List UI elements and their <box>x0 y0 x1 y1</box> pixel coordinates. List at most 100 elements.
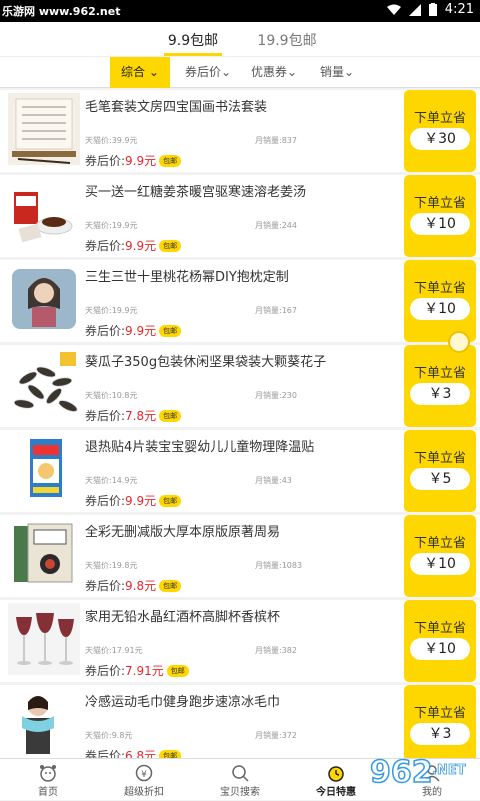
svg-text:962: 962 <box>370 755 433 790</box>
sort-sales[interactable]: 销量⌄ <box>312 57 362 88</box>
free-shipping-badge: 包邮 <box>159 155 182 167</box>
product-title: 三生三世十里桃花杨幂DIY抱枕定制 <box>85 270 289 285</box>
tmall-price: 天猫价:10.8元 <box>85 391 138 400</box>
after-coupon-label: 券后价: <box>85 664 126 678</box>
free-shipping-badge: 包邮 <box>159 750 182 758</box>
site-watermark-logo: 962 .NET <box>369 754 466 791</box>
pet-face-icon <box>40 765 56 782</box>
save-amount: ￥10 <box>410 638 470 660</box>
list-item[interactable]: 葵瓜子350g包装休闲坚果袋装大颗葵花子 天猫价:10.8元 月销量:230 券… <box>0 345 480 427</box>
price-value: 9.9元 <box>125 239 157 253</box>
product-thumbnail <box>8 263 80 335</box>
free-shipping-badge: 包邮 <box>159 240 182 252</box>
list-item[interactable]: 买一送一红糖姜茶暖宫驱寒速溶老姜汤 天猫价:19.9元 月销量:244 券后价:… <box>0 175 480 257</box>
wifi-icon <box>386 4 401 15</box>
after-coupon-price: 券后价:9.9元 包邮 <box>85 152 182 169</box>
signal-icon <box>408 3 421 16</box>
list-item[interactable]: 冷感运动毛巾健身跑步速凉冰毛巾 天猫价:9.8元 月销量:372 券后价:6.8… <box>0 685 480 758</box>
product-title: 买一送一红糖姜茶暖宫驱寒速溶老姜汤 <box>85 185 307 200</box>
after-coupon-price: 券后价:9.8元 包邮 <box>85 577 182 594</box>
product-title: 毛笔套装文房四宝国画书法套装 <box>85 100 268 115</box>
tmall-price: 天猫价:19.8元 <box>85 561 138 570</box>
list-item[interactable]: 全彩无删减版大厚本原版原著周易 天猫价:19.8元 月销量:1083 券后价:9… <box>0 515 480 597</box>
free-shipping-badge: 包邮 <box>159 325 182 337</box>
monthly-sales: 月销量:230 <box>255 391 297 400</box>
svg-text:.NET: .NET <box>432 763 466 778</box>
product-title: 冷感运动毛巾健身跑步速凉冰毛巾 <box>85 695 281 710</box>
after-coupon-price: 券后价:7.8元 包邮 <box>85 407 182 424</box>
order-save-button[interactable]: 下单立省 ￥3 <box>404 685 476 758</box>
product-title: 全彩无删减版大厚本原版原著周易 <box>85 525 281 540</box>
nav-search-label: 宝贝搜索 <box>220 787 260 798</box>
free-shipping-badge: 包邮 <box>159 580 182 592</box>
list-item[interactable]: 毛笔套装文房四宝国画书法套装 天猫价:39.9元 月销量:837 券后价:9.9… <box>0 90 480 172</box>
order-save-button[interactable]: 下单立省 ￥10 <box>404 260 476 342</box>
monthly-sales: 月销量:382 <box>255 646 297 655</box>
sort-coupon[interactable]: 优惠券⌄ <box>244 57 304 88</box>
battery-icon <box>428 3 437 16</box>
save-label: 下单立省 <box>413 111 466 126</box>
nav-home[interactable]: 首页 <box>0 759 96 801</box>
watermark-text: 乐游网 www.962.net <box>2 5 121 18</box>
floating-assist-button[interactable] <box>448 331 470 353</box>
product-thumbnail <box>8 688 80 758</box>
after-coupon-label: 券后价: <box>85 154 126 168</box>
order-save-button[interactable]: 下单立省 ￥10 <box>404 175 476 257</box>
save-amount: ￥30 <box>410 128 470 150</box>
after-coupon-price: 券后价:7.91元 包邮 <box>85 662 189 679</box>
monthly-sales: 月销量:43 <box>255 476 292 485</box>
sort-after-coupon-price[interactable]: 券后价⌄ <box>178 57 238 88</box>
search-icon <box>232 765 249 782</box>
sort-sales-label: 销量 <box>319 65 344 79</box>
order-save-button[interactable]: 下单立省 ￥30 <box>404 90 476 172</box>
after-coupon-price: 券后价:9.9元 包邮 <box>85 492 182 509</box>
order-save-button[interactable]: 下单立省 ￥3 <box>404 345 476 427</box>
svg-text:¥: ¥ <box>141 770 147 780</box>
save-amount: ￥5 <box>410 468 470 490</box>
monthly-sales: 月销量:1083 <box>255 561 303 570</box>
nav-super-discount[interactable]: ¥ 超级折扣 <box>96 759 192 801</box>
tab-19-9[interactable]: 19.9包邮 <box>252 22 322 56</box>
tmall-price: 天猫价:9.8元 <box>85 731 133 740</box>
product-list: 毛笔套装文房四宝国画书法套装 天猫价:39.9元 月销量:837 券后价:9.9… <box>0 90 480 758</box>
sort-price-label: 券后价 <box>184 65 221 79</box>
product-thumbnail <box>8 518 80 590</box>
order-save-button[interactable]: 下单立省 ￥5 <box>404 430 476 512</box>
sort-bar: 综合 ⌄ 券后价⌄ 优惠券⌄ 销量⌄ <box>0 56 480 88</box>
save-amount: ￥10 <box>410 213 470 235</box>
product-title: 葵瓜子350g包装休闲坚果袋装大颗葵花子 <box>85 355 327 370</box>
sort-comprehensive[interactable]: 综合 ⌄ <box>110 57 170 88</box>
nav-search[interactable]: 宝贝搜索 <box>192 759 288 801</box>
tab-9-9[interactable]: 9.9包邮 <box>158 22 228 56</box>
free-shipping-badge: 包邮 <box>159 495 182 507</box>
save-amount: ￥10 <box>410 553 470 575</box>
order-save-button[interactable]: 下单立省 ￥10 <box>404 600 476 682</box>
tmall-price: 天猫价:17.91元 <box>85 646 143 655</box>
tmall-price: 天猫价:19.9元 <box>85 306 138 315</box>
save-label: 下单立省 <box>413 281 466 296</box>
list-item[interactable]: 三生三世十里桃花杨幂DIY抱枕定制 天猫价:19.9元 月销量:167 券后价:… <box>0 260 480 342</box>
alarm-clock-icon <box>328 766 344 782</box>
save-label: 下单立省 <box>413 196 466 211</box>
product-thumbnail <box>8 348 80 420</box>
clock-time: 4:21 <box>444 2 474 17</box>
price-value: 9.8元 <box>125 579 157 593</box>
price-value: 7.8元 <box>125 409 157 423</box>
sort-coupon-label: 优惠券 <box>250 65 287 79</box>
after-coupon-price: 券后价:9.9元 包邮 <box>85 322 182 339</box>
after-coupon-label: 券后价: <box>85 749 126 758</box>
price-value: 9.9元 <box>125 154 157 168</box>
shipping-tabs: 9.9包邮 19.9包邮 <box>0 22 480 56</box>
after-coupon-label: 券后价: <box>85 324 126 338</box>
free-shipping-badge: 包邮 <box>166 665 189 677</box>
list-item[interactable]: 退热贴4片装宝宝婴幼儿儿童物理降温贴 天猫价:14.9元 月销量:43 券后价:… <box>0 430 480 512</box>
save-label: 下单立省 <box>413 706 466 721</box>
sort-comprehensive-label: 综合 <box>121 65 146 79</box>
discount-coin-icon: ¥ <box>135 764 153 782</box>
tmall-price: 天猫价:14.9元 <box>85 476 138 485</box>
list-item[interactable]: 家用无铅水晶红酒杯高脚杯香槟杯 天猫价:17.91元 月销量:382 券后价:7… <box>0 600 480 682</box>
after-coupon-price: 券后价:6.8元 包邮 <box>85 747 182 758</box>
order-save-button[interactable]: 下单立省 ￥10 <box>404 515 476 597</box>
save-amount: ￥3 <box>410 723 470 745</box>
product-thumbnail <box>8 603 80 675</box>
